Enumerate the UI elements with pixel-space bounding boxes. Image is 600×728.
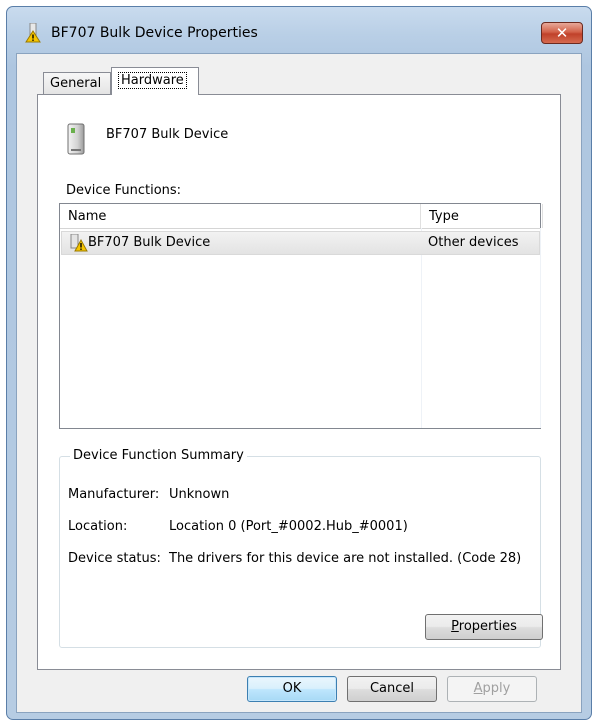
column-header-name[interactable]: Name <box>60 204 421 228</box>
column-divider <box>540 228 541 428</box>
device-status-label: Device status: <box>68 551 161 566</box>
title-bar[interactable]: BF707 Bulk Device Properties ✕ <box>7 7 591 53</box>
list-item-type: Other devices <box>428 235 519 250</box>
summary-title: Device Function Summary <box>70 448 247 463</box>
column-header-type[interactable]: Type <box>421 204 543 228</box>
location-label: Location: <box>68 519 128 534</box>
window-title: BF707 Bulk Device Properties <box>51 25 258 41</box>
list-item-name: BF707 Bulk Device <box>88 235 211 250</box>
properties-window: BF707 Bulk Device Properties ✕ General H… <box>6 6 592 720</box>
tab-hardware-label: Hardware <box>118 72 187 89</box>
device-name: BF707 Bulk Device <box>106 127 229 142</box>
warning-device-icon <box>25 23 41 43</box>
ok-button[interactable]: OK <box>247 676 337 702</box>
tab-hardware[interactable]: Hardware <box>111 67 199 95</box>
device-status-value: The drivers for this device are not inst… <box>169 551 522 566</box>
manufacturer-value: Unknown <box>169 487 230 502</box>
apply-label: pply <box>482 681 511 696</box>
device-functions-label: Device Functions: <box>66 183 182 198</box>
properties-label: roperties <box>458 619 517 634</box>
location-value: Location 0 (Port_#0002.Hub_#0001) <box>169 519 408 534</box>
dialog-client: General Hardware BF707 Bulk Device Devic <box>16 53 582 713</box>
apply-mnemonic: A <box>473 681 483 696</box>
tab-general[interactable]: General <box>43 72 111 94</box>
hardware-panel: BF707 Bulk Device Device Functions: Name… <box>37 94 561 670</box>
list-header: Name Type <box>60 204 543 229</box>
properties-mnemonic: P <box>451 619 459 634</box>
close-button[interactable]: ✕ <box>541 22 583 44</box>
cancel-button[interactable]: Cancel <box>347 676 437 702</box>
close-icon: ✕ <box>555 24 569 42</box>
apply-button[interactable]: Apply <box>447 676 537 702</box>
tab-general-label: General <box>50 76 102 91</box>
list-item[interactable]: BF707 Bulk Device Other devices <box>61 231 540 255</box>
usb-device-icon <box>67 123 85 155</box>
warning-device-icon <box>70 234 88 252</box>
column-divider <box>421 228 422 428</box>
manufacturer-label: Manufacturer: <box>68 487 160 502</box>
device-functions-list[interactable]: Name Type BF707 Bulk Device Other device… <box>59 203 543 429</box>
properties-button[interactable]: Properties <box>425 614 543 640</box>
